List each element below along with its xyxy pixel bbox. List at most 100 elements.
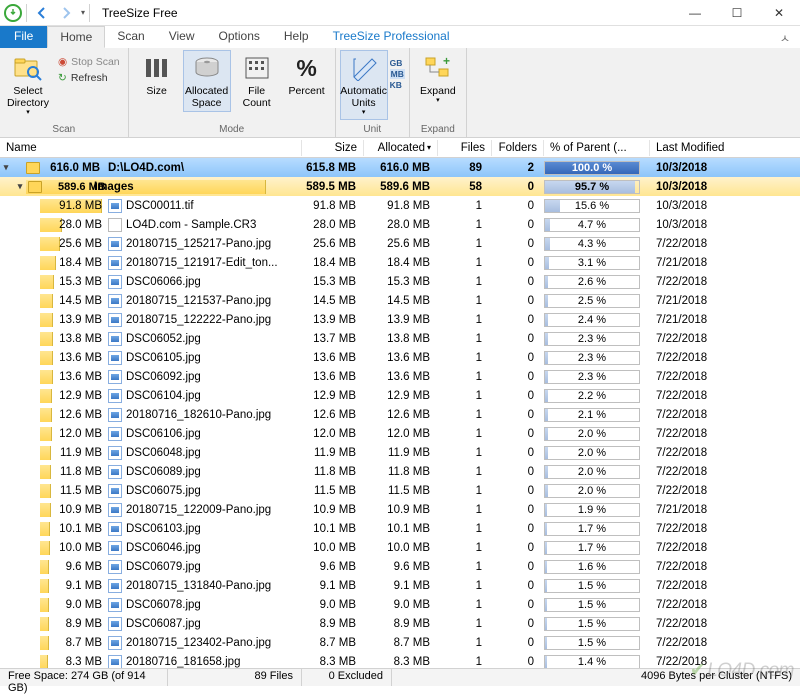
ribbon-group-scan: Select Directory ▾ ◉Stop Scan ↻Refresh S… — [0, 48, 129, 137]
tree-file-row[interactable]: 10.9 MB20180715_122009-Pano.jpg10.9 MB10… — [0, 500, 800, 519]
image-file-icon — [108, 389, 122, 403]
tree-file-row[interactable]: 12.6 MB20180716_182610-Pano.jpg12.6 MB12… — [0, 405, 800, 424]
tree-file-row[interactable]: 15.3 MBDSC06066.jpg15.3 MB15.3 MB102.6 %… — [0, 272, 800, 291]
tree-root-row[interactable]: ▾ 616.0 MB D:\LO4D.com\ 615.8 MB 616.0 M… — [0, 158, 800, 177]
file-name: DSC06048.jpg — [126, 447, 201, 459]
collapse-icon[interactable]: ▾ — [0, 162, 12, 173]
percent-bar: 1.5 % — [544, 598, 640, 612]
tree-file-row[interactable]: 91.8 MBDSC00011.tif91.8 MB91.8 MB1015.6 … — [0, 196, 800, 215]
back-button[interactable] — [31, 2, 53, 24]
tree-file-row[interactable]: 18.4 MB20180715_121917-Edit_ton...18.4 M… — [0, 253, 800, 272]
file-name: DSC06104.jpg — [126, 390, 201, 402]
automatic-units-button[interactable]: Automatic Units ▾ — [340, 50, 388, 120]
tree-file-row[interactable]: 13.6 MBDSC06105.jpg13.6 MB13.6 MB102.3 %… — [0, 348, 800, 367]
sort-desc-icon: ▾ — [427, 143, 431, 152]
file-name: DSC06105.jpg — [126, 352, 201, 364]
tree-folder-row[interactable]: ▾ 589.6 MB Images 589.5 MB 589.6 MB 58 0… — [0, 177, 800, 196]
tree-file-row[interactable]: 13.6 MBDSC06092.jpg13.6 MB13.6 MB102.3 %… — [0, 367, 800, 386]
group-label-unit: Unit — [340, 123, 405, 137]
tree-file-row[interactable]: 13.9 MB20180715_122222-Pano.jpg13.9 MB13… — [0, 310, 800, 329]
percent-bar: 2.4 % — [544, 313, 640, 327]
mode-allocated-button[interactable]: Allocated Space — [183, 50, 231, 112]
tab-home[interactable]: Home — [47, 26, 105, 48]
forward-button[interactable] — [55, 2, 77, 24]
size-bar — [40, 465, 51, 479]
col-modified[interactable]: Last Modified — [650, 140, 800, 156]
refresh-button[interactable]: ↻Refresh — [54, 70, 124, 86]
col-name[interactable]: Name — [0, 140, 302, 156]
percent-bar: 1.7 % — [544, 522, 640, 536]
mode-percent-button[interactable]: % Percent — [283, 50, 331, 100]
tab-pro-link[interactable]: TreeSize Professional — [321, 26, 462, 48]
tree-file-row[interactable]: 8.9 MBDSC06087.jpg8.9 MB8.9 MB101.5 %7/2… — [0, 614, 800, 633]
image-file-icon — [108, 579, 122, 593]
tree-file-row[interactable]: 25.6 MB20180715_125217-Pano.jpg25.6 MB25… — [0, 234, 800, 253]
tab-options[interactable]: Options — [207, 26, 272, 48]
percent-bar: 2.0 % — [544, 446, 640, 460]
select-directory-button[interactable]: Select Directory ▾ — [4, 50, 52, 120]
percent-bar: 2.3 % — [544, 370, 640, 384]
col-folders[interactable]: Folders — [492, 140, 544, 156]
tree-file-row[interactable]: 8.7 MB20180715_123402-Pano.jpg8.7 MB8.7 … — [0, 633, 800, 652]
size-bar — [40, 446, 51, 460]
file-name: 20180715_131840-Pano.jpg — [126, 580, 271, 592]
tree-file-row[interactable]: 11.5 MBDSC06075.jpg11.5 MB11.5 MB102.0 %… — [0, 481, 800, 500]
percent-bar: 4.3 % — [544, 237, 640, 251]
qat-dropdown-icon[interactable]: ▾ — [81, 8, 85, 17]
image-file-icon — [108, 294, 122, 308]
col-files[interactable]: Files — [438, 140, 492, 156]
tree-file-row[interactable]: 11.9 MBDSC06048.jpg11.9 MB11.9 MB102.0 %… — [0, 443, 800, 462]
tree-file-row[interactable]: 9.0 MBDSC06078.jpg9.0 MB9.0 MB101.5 %7/2… — [0, 595, 800, 614]
collapse-icon[interactable]: ▾ — [14, 181, 26, 192]
size-bar — [40, 598, 49, 612]
tab-help[interactable]: Help — [272, 26, 321, 48]
image-file-icon — [108, 655, 122, 669]
close-button[interactable]: ✕ — [758, 0, 800, 26]
tree-file-row[interactable]: 28.0 MBLO4D.com - Sample.CR328.0 MB28.0 … — [0, 215, 800, 234]
tab-scan[interactable]: Scan — [105, 26, 156, 48]
expand-button[interactable]: + Expand ▾ — [414, 50, 462, 108]
size-bar — [40, 408, 52, 422]
percent-bar: 2.0 % — [544, 427, 640, 441]
stop-scan-button[interactable]: ◉Stop Scan — [54, 54, 124, 70]
tree-file-row[interactable]: 10.1 MBDSC06103.jpg10.1 MB10.1 MB101.7 %… — [0, 519, 800, 538]
percent-bar: 2.6 % — [544, 275, 640, 289]
separator — [89, 4, 90, 22]
minimize-button[interactable]: — — [674, 0, 716, 26]
tree-file-row[interactable]: 14.5 MB20180715_121537-Pano.jpg14.5 MB14… — [0, 291, 800, 310]
file-name: DSC06046.jpg — [126, 542, 201, 554]
col-allocated[interactable]: Allocated▾ — [364, 140, 438, 156]
bars-icon — [142, 53, 172, 83]
tree-file-row[interactable]: 11.8 MBDSC06089.jpg11.8 MB11.8 MB102.0 %… — [0, 462, 800, 481]
file-name: 20180715_123402-Pano.jpg — [126, 637, 271, 649]
percent-bar: 1.5 % — [544, 579, 640, 593]
percent-bar: 1.9 % — [544, 503, 640, 517]
maximize-button[interactable]: ☐ — [716, 0, 758, 26]
unit-labels: GB MB KB — [390, 50, 405, 90]
tab-file[interactable]: File — [0, 26, 47, 48]
tree-file-row[interactable]: 12.9 MBDSC06104.jpg12.9 MB12.9 MB102.2 %… — [0, 386, 800, 405]
image-file-icon — [108, 617, 122, 631]
tree-file-row[interactable]: 8.3 MB20180716_181658.jpg8.3 MB8.3 MB101… — [0, 652, 800, 668]
tab-view[interactable]: View — [157, 26, 207, 48]
tree-file-row[interactable]: 9.1 MB20180715_131840-Pano.jpg9.1 MB9.1 … — [0, 576, 800, 595]
col-pct[interactable]: % of Parent (... — [544, 140, 650, 156]
root-size: 616.0 MB — [44, 162, 100, 174]
mode-filecount-button[interactable]: File Count — [233, 50, 281, 112]
tree-file-row[interactable]: 12.0 MBDSC06106.jpg12.0 MB12.0 MB102.0 %… — [0, 424, 800, 443]
tree-file-row[interactable]: 9.6 MBDSC06079.jpg9.6 MB9.6 MB101.6 %7/2… — [0, 557, 800, 576]
image-file-icon — [108, 636, 122, 650]
collapse-ribbon-button[interactable]: ㅅ — [770, 28, 800, 48]
tree-file-row[interactable]: 13.8 MBDSC06052.jpg13.7 MB13.8 MB102.3 %… — [0, 329, 800, 348]
mode-size-button[interactable]: Size — [133, 50, 181, 100]
file-tree[interactable]: ▾ 616.0 MB D:\LO4D.com\ 615.8 MB 616.0 M… — [0, 158, 800, 668]
percent-bar: 2.0 % — [544, 484, 640, 498]
col-size[interactable]: Size — [302, 140, 364, 156]
image-file-icon — [108, 465, 122, 479]
tree-file-row[interactable]: 10.0 MBDSC06046.jpg10.0 MB10.0 MB101.7 %… — [0, 538, 800, 557]
file-name: DSC06078.jpg — [126, 599, 201, 611]
percent-bar: 2.1 % — [544, 408, 640, 422]
image-file-icon — [108, 275, 122, 289]
size-bar — [40, 541, 50, 555]
file-name: 20180715_121537-Pano.jpg — [126, 295, 271, 307]
